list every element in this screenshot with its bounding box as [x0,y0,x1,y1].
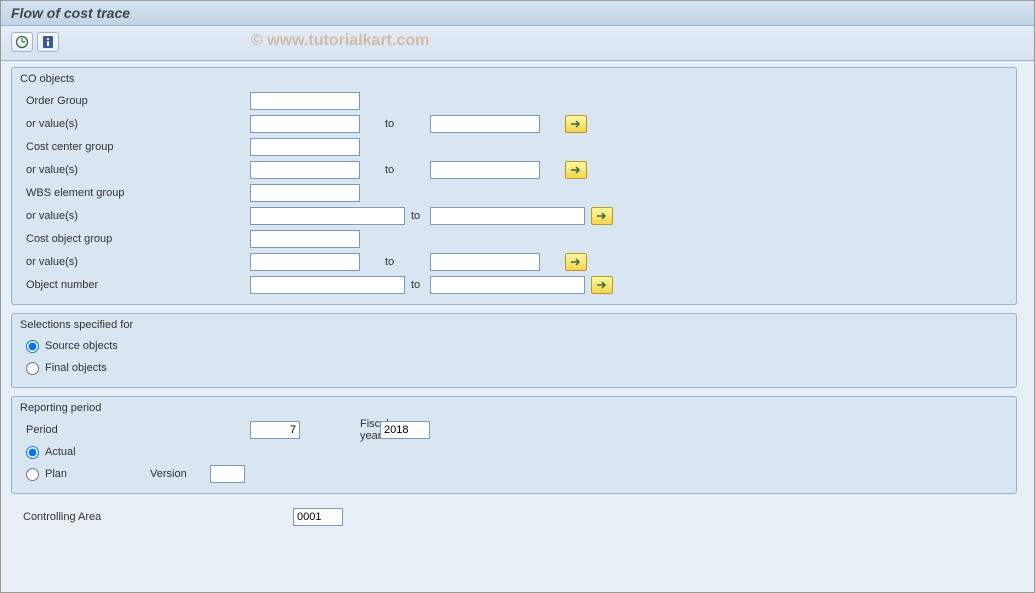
to-label-3: to [405,210,430,222]
wbs-group-label: WBS element group [20,187,250,199]
fiscal-year-label: Fiscal year [300,418,380,442]
info-button[interactable] [37,32,59,52]
cost-object-group-label: Cost object group [20,233,250,245]
reporting-title: Reporting period [20,400,1008,414]
object-number-from-input[interactable] [250,276,405,294]
order-values-more-button[interactable] [565,115,587,133]
source-objects-label: Source objects [45,340,118,352]
to-label: to [360,118,430,130]
arrow-right-icon [595,211,609,221]
cost-center-group-label: Cost center group [20,141,250,153]
period-label: Period [20,424,250,436]
cost-center-from-input[interactable] [250,161,360,179]
co-objects-group: CO objects Order Group or value(s) to Co… [11,67,1017,305]
selections-title: Selections specified for [20,317,1008,331]
object-number-label: Object number [20,279,250,291]
wbs-from-input[interactable] [250,207,405,225]
wbs-group-input[interactable] [250,184,360,202]
period-input[interactable] [250,421,300,439]
cost-object-values-label: or value(s) [20,256,250,268]
controlling-area-input[interactable] [293,508,343,526]
execute-icon [15,35,29,49]
version-input[interactable] [210,465,245,483]
page-title: Flow of cost trace [11,5,130,21]
plan-radio[interactable] [26,468,39,481]
to-label-2: to [360,164,430,176]
object-number-more-button[interactable] [591,276,613,294]
order-values-to-input[interactable] [430,115,540,133]
source-objects-radio[interactable] [26,340,39,353]
plan-label: Plan [45,468,150,480]
title-bar: Flow of cost trace [1,1,1034,26]
cost-center-group-input[interactable] [250,138,360,156]
watermark: © www.tutorialkart.com [251,32,429,50]
cost-center-values-label: or value(s) [20,164,250,176]
content-area: CO objects Order Group or value(s) to Co… [1,61,1034,532]
final-objects-radio[interactable] [26,362,39,375]
execute-button[interactable] [11,32,33,52]
cost-object-more-button[interactable] [565,253,587,271]
to-label-5: to [405,279,430,291]
to-label-4: to [360,256,430,268]
actual-label: Actual [45,446,76,458]
actual-radio[interactable] [26,446,39,459]
controlling-area-label: Controlling Area [23,511,293,523]
object-number-to-input[interactable] [430,276,585,294]
co-objects-title: CO objects [20,71,1008,85]
wbs-values-label: or value(s) [20,210,250,222]
order-group-input[interactable] [250,92,360,110]
final-objects-label: Final objects [45,362,107,374]
cost-center-to-input[interactable] [430,161,540,179]
arrow-right-icon [595,280,609,290]
cost-center-more-button[interactable] [565,161,587,179]
arrow-right-icon [569,119,583,129]
fiscal-year-input[interactable] [380,421,430,439]
arrow-right-icon [569,257,583,267]
arrow-right-icon [569,165,583,175]
cost-object-from-input[interactable] [250,253,360,271]
info-icon [42,35,54,49]
cost-object-group-input[interactable] [250,230,360,248]
wbs-to-input[interactable] [430,207,585,225]
order-group-label: Order Group [20,95,250,107]
order-values-label: or value(s) [20,118,250,130]
cost-object-to-input[interactable] [430,253,540,271]
toolbar: © www.tutorialkart.com [1,26,1034,61]
reporting-period-group: Reporting period Period Fiscal year Actu… [11,396,1017,494]
selections-group: Selections specified for Source objects … [11,313,1017,388]
controlling-area-row: Controlling Area [11,502,1024,526]
order-values-from-input[interactable] [250,115,360,133]
version-label: Version [150,468,210,480]
wbs-more-button[interactable] [591,207,613,225]
